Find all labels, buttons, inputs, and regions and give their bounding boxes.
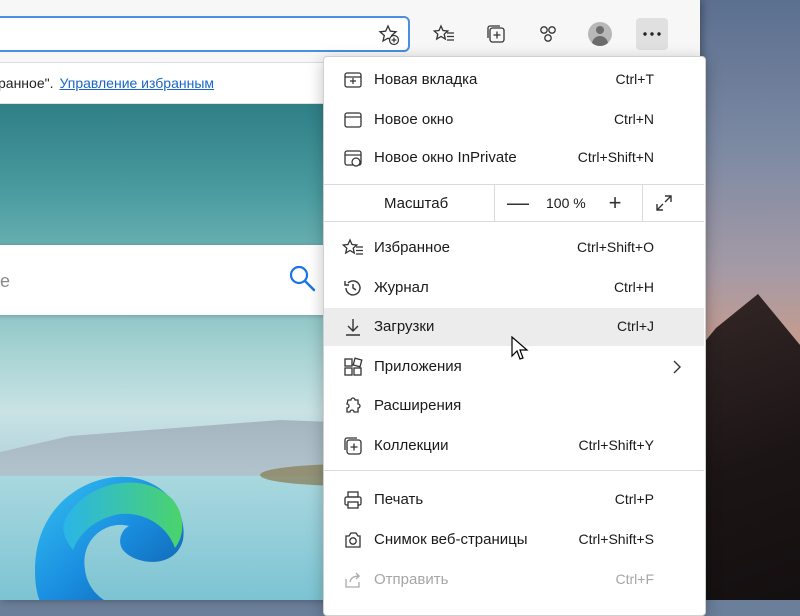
zoom-row: Масштаб — 100 % + [324,185,704,221]
history-icon [344,280,361,296]
menu-label: Избранное [374,239,451,256]
menu-shortcut: Ctrl+H [613,279,654,295]
add-favorite-icon[interactable] [378,24,400,46]
zoom-label: Масштаб [384,195,449,212]
menu-label: Снимок веб-страницы [374,531,528,548]
browser-toolbar [0,0,700,63]
zoom-divider [642,185,643,221]
menu-label: Новое окно [374,111,454,128]
zoom-in-button[interactable]: + [600,189,630,217]
more-dots-icon[interactable] [636,18,668,50]
print-icon [344,491,362,509]
chevron-right-icon [673,360,681,374]
search-icon[interactable] [287,263,317,293]
menu-label: Печать [374,491,424,508]
web-capture-icon [345,532,361,548]
zoom-out-button[interactable]: — [503,189,533,217]
menu-divider [324,221,704,222]
edge-logo [35,476,184,600]
menu-item-new-window[interactable]: Новое окно Ctrl+N [324,101,704,139]
menu-item-history[interactable]: Журнал Ctrl+H [324,269,704,307]
extensions-puzzle-icon [346,397,361,413]
menu-label: Новая вкладка [374,71,478,88]
address-bar[interactable] [0,16,410,52]
menu-shortcut: Ctrl+F [615,571,655,587]
favorites-icon [342,238,363,255]
search-placeholder: те [0,271,11,291]
new-window-icon [344,112,362,128]
menu-shortcut: Ctrl+P [614,491,654,507]
new-tab-icon [344,72,362,88]
search-box[interactable]: те [0,245,335,315]
menu-item-print[interactable]: Печать Ctrl+P [324,481,704,519]
menu-shortcut: Ctrl+Shift+Y [578,437,654,453]
menu-shortcut: Ctrl+Shift+O [576,239,654,255]
menu-item-collections[interactable]: Коллекции Ctrl+Shift+Y [324,427,704,465]
collections-icon [344,437,362,455]
downloads-icon [346,319,360,336]
menu-label: Новое окно InPrivate [374,149,517,166]
menu-label: Приложения [374,358,462,375]
avatar [588,22,612,46]
zoom-divider [494,185,495,221]
apps-icon [344,357,363,376]
profile-avatar-icon[interactable] [584,18,616,50]
zoom-value: 100 % [546,195,586,211]
menu-item-new-inprivate[interactable]: Новое окно InPrivate Ctrl+Shift+N [324,139,704,177]
favorites-icon[interactable] [428,18,460,50]
inprivate-icon [344,150,362,167]
menu-shortcut: Ctrl+N [613,111,654,127]
manage-favorites-link[interactable]: Управление избранным [59,75,214,91]
share-icon [345,572,360,588]
menu-item-new-tab[interactable]: Новая вкладка Ctrl+T [324,61,704,99]
menu-shortcut: Ctrl+J [617,318,654,334]
menu-shortcut: Ctrl+T [615,71,655,87]
menu-label: Журнал [374,279,429,296]
menu-label: Расширения [374,397,462,414]
fullscreen-icon[interactable] [654,193,674,213]
mouse-cursor-icon [511,336,529,360]
menu-item-web-capture[interactable]: Снимок веб-страницы Ctrl+Shift+S [324,521,704,559]
menu-label: Коллекции [374,437,449,454]
menu-item-extensions[interactable]: Расширения [324,387,704,425]
menu-shortcut: Ctrl+Shift+N [577,149,654,165]
menu-item-favorites[interactable]: Избранное Ctrl+Shift+O [324,229,704,267]
menu-label: Загрузки [374,318,435,335]
menu-divider [324,470,704,471]
favorites-bar-text: ранное". [0,75,54,91]
menu-item-share[interactable]: Отправить Ctrl+F [324,561,704,599]
menu-shortcut: Ctrl+Shift+S [578,531,654,547]
collections-icon[interactable] [480,18,512,50]
extensions-puzzle-icon[interactable] [532,18,564,50]
menu-label: Отправить [374,571,449,588]
